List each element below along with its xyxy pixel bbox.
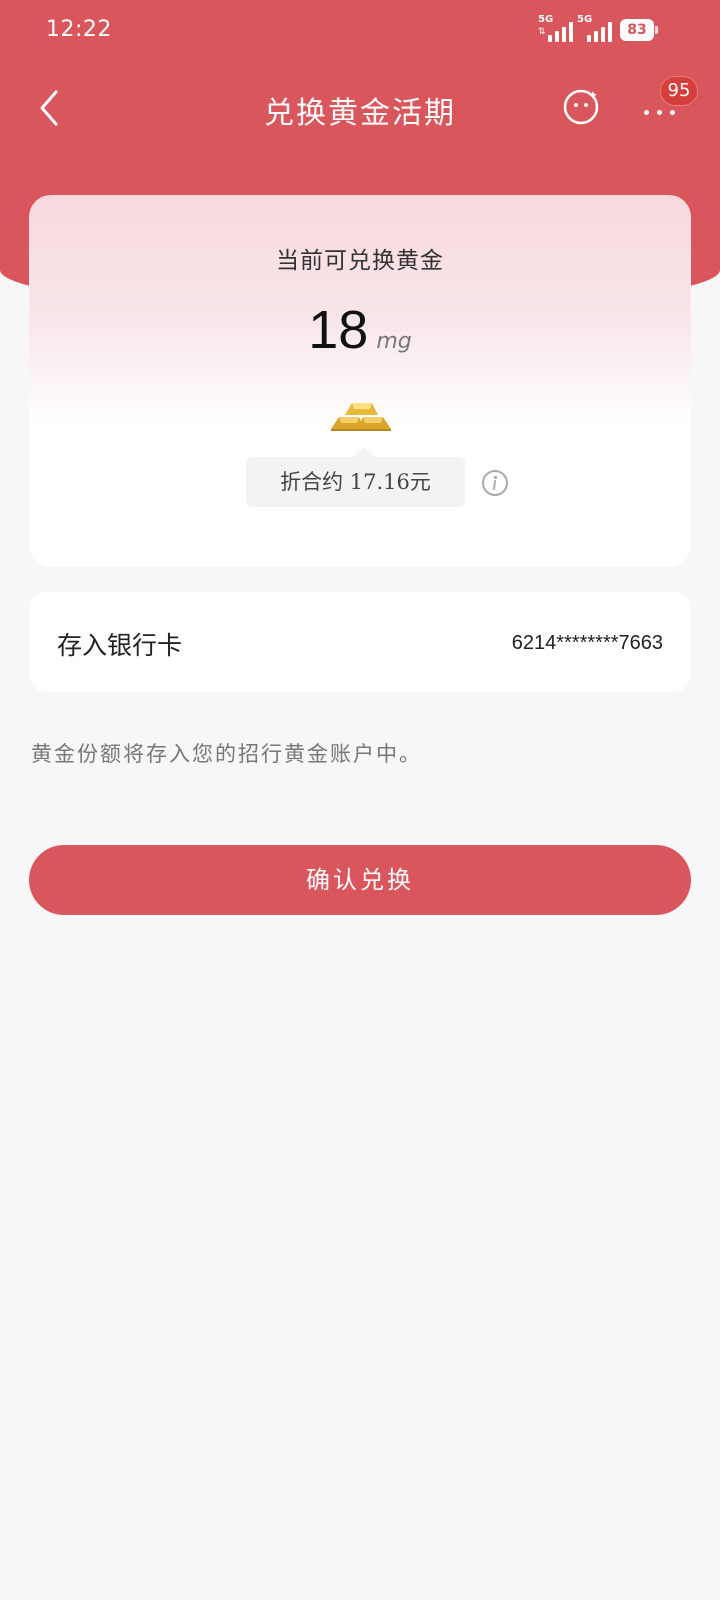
cellular-signal-icon: 5G ⇅ [538, 14, 578, 44]
status-bar: 12:22 5G ⇅ 5G 83 [0, 0, 720, 62]
data-arrows-icon: ⇅ [538, 27, 546, 37]
amount-unit: mg [376, 329, 412, 354]
page-title: 兑换黄金活期 [264, 96, 456, 131]
battery-icon: 83 [620, 19, 658, 41]
bank-card-label: 存入银行卡 [57, 631, 183, 660]
amount-value: 18 [308, 300, 369, 360]
cellular-signal-icon-2: 5G [577, 14, 617, 44]
card-title: 当前可兑换黄金 [276, 248, 444, 274]
confirm-exchange-button[interactable]: 确认兑换 [29, 845, 691, 915]
notification-badge: 95 [660, 76, 698, 106]
more-dots-icon [644, 110, 649, 115]
bank-card-row[interactable]: 存入银行卡 6214********7663 [29, 592, 691, 692]
approx-value-box: 折合约 17.16元 [246, 447, 465, 507]
status-time: 12:22 [46, 17, 112, 42]
title-bar: 兑换黄金活期 95 [0, 70, 720, 146]
bank-card-number: 6214********7663 [511, 632, 663, 654]
smiley-face-icon [563, 89, 599, 125]
info-icon[interactable] [481, 469, 509, 497]
gold-bars-icon [331, 403, 391, 431]
deposit-note: 黄金份额将存入您的招行黄金账户中。 [31, 742, 422, 766]
customer-service-button[interactable] [562, 88, 600, 126]
gold-balance-card: 当前可兑换黄金 18 mg 折合约 17.16元 [29, 195, 691, 567]
gold-amount: 18 mg [29, 299, 691, 361]
